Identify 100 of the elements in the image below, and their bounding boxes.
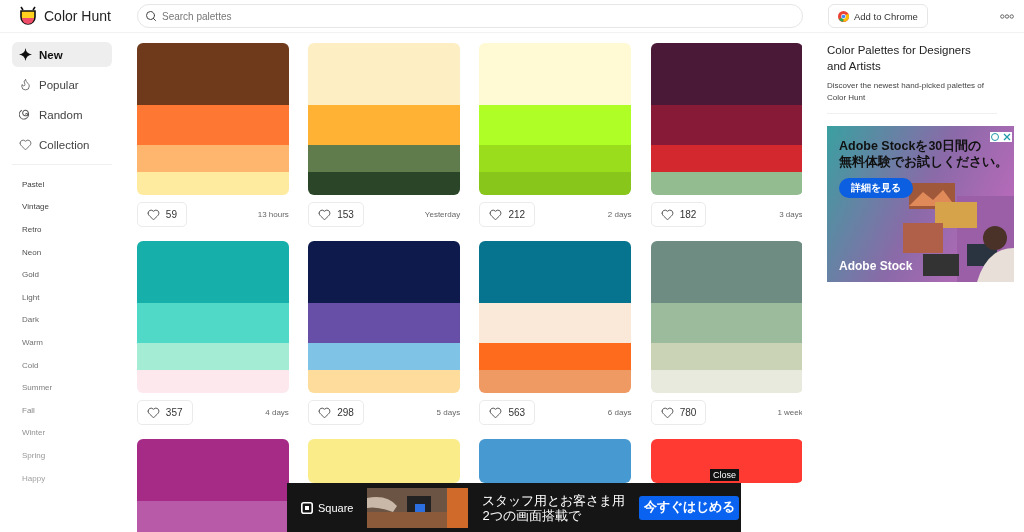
color-swatch[interactable]	[308, 303, 461, 343]
color-swatch[interactable]	[136, 439, 289, 501]
nav-item[interactable]: Random	[12, 102, 112, 127]
color-swatch[interactable]	[136, 303, 289, 343]
color-swatch[interactable]	[650, 43, 802, 105]
color-swatch[interactable]	[308, 439, 461, 483]
heart-icon	[489, 208, 503, 221]
color-swatch[interactable]	[479, 145, 632, 172]
search-icon	[145, 10, 157, 22]
ad-button[interactable]: 今すぐはじめる	[639, 495, 740, 520]
color-swatch[interactable]	[136, 241, 289, 303]
nav-item[interactable]: Collection	[12, 132, 112, 157]
flame-icon	[19, 78, 32, 91]
aside-title: Color Palettes for Designers and Artists	[827, 43, 972, 74]
color-swatch[interactable]	[650, 439, 802, 483]
color-swatch[interactable]	[136, 145, 289, 172]
color-swatch[interactable]	[308, 105, 461, 145]
ad-headline: 2つの画面搭載で	[482, 507, 581, 523]
heart-icon	[660, 208, 674, 221]
palette-age: 3 days	[779, 210, 802, 219]
palette-age: Yesterday	[424, 210, 461, 219]
like-button[interactable]: 298	[308, 400, 364, 425]
ad-button[interactable]: 詳細を見る	[839, 178, 913, 198]
color-swatch[interactable]	[479, 370, 632, 393]
sparkle-icon	[19, 48, 32, 61]
color-swatch[interactable]	[136, 343, 289, 370]
heart-icon	[318, 406, 332, 419]
heart-icon	[146, 406, 160, 419]
like-button[interactable]: 212	[479, 202, 536, 227]
chrome-icon	[838, 10, 849, 22]
color-swatch[interactable]	[308, 172, 461, 195]
more-icon[interactable]	[1000, 13, 1014, 19]
color-swatch[interactable]	[136, 370, 289, 393]
color-swatch[interactable]	[136, 105, 289, 145]
color-swatch[interactable]	[650, 241, 802, 303]
like-button[interactable]: 357	[136, 400, 193, 425]
color-swatch[interactable]	[308, 370, 461, 393]
tag-link[interactable]: Gold	[12, 263, 39, 286]
heart-icon	[318, 208, 332, 221]
palette-age: 2 days	[607, 210, 632, 219]
like-button[interactable]: 153	[308, 202, 364, 227]
color-swatch[interactable]	[650, 303, 802, 343]
color-swatch[interactable]	[479, 241, 632, 303]
like-button[interactable]: 182	[650, 202, 707, 227]
aside-description: Discover the newest hand-picked palettes of Color Hunt	[827, 80, 985, 104]
tag-link[interactable]: Warm	[12, 331, 44, 354]
spiral-icon	[19, 108, 32, 121]
color-swatch[interactable]	[479, 105, 632, 145]
nav-item[interactable]: New	[12, 42, 112, 67]
palette-card[interactable]	[136, 43, 289, 195]
color-swatch[interactable]	[479, 439, 632, 483]
logo-icon	[18, 6, 38, 26]
nav-item[interactable]: Popular	[12, 72, 112, 97]
like-button[interactable]: 563	[479, 400, 536, 425]
palette-age: 13 hours	[257, 210, 289, 219]
tag-link[interactable]: Cold	[12, 353, 39, 377]
tag-link[interactable]: Neon	[12, 240, 42, 264]
color-swatch[interactable]	[136, 172, 289, 195]
logo-text[interactable]: Color Hunt	[44, 8, 111, 24]
like-button[interactable]: 780	[650, 400, 707, 425]
ad-headline: 無料体験でお試しください。	[839, 154, 1008, 170]
palette-age: 6 days	[607, 408, 632, 417]
color-swatch[interactable]	[308, 145, 461, 172]
palette-card[interactable]	[308, 43, 461, 195]
square-icon	[301, 501, 313, 514]
heart-icon	[660, 406, 674, 419]
color-swatch[interactable]	[650, 105, 802, 145]
color-swatch[interactable]	[650, 370, 802, 393]
palette-age: 5 days	[436, 408, 461, 417]
tag-link[interactable]: Retro	[12, 218, 42, 241]
color-swatch[interactable]	[136, 43, 289, 105]
tag-link[interactable]: Vintage	[12, 195, 49, 219]
color-swatch[interactable]	[479, 43, 632, 105]
color-swatch[interactable]	[479, 343, 632, 370]
color-swatch[interactable]	[650, 172, 802, 195]
color-swatch[interactable]	[650, 145, 802, 172]
heart-icon	[19, 138, 32, 151]
palette-card[interactable]	[650, 43, 802, 195]
color-swatch[interactable]	[308, 241, 461, 303]
heart-icon	[489, 406, 503, 419]
palette-age: 1 week	[777, 408, 802, 417]
tag-link[interactable]: Fall	[12, 398, 35, 422]
palette-card[interactable]	[308, 241, 461, 393]
tag-link[interactable]: Summer	[12, 376, 53, 399]
color-swatch[interactable]	[136, 501, 289, 532]
color-swatch[interactable]	[308, 343, 461, 370]
search-field[interactable]: Search palettes	[137, 4, 803, 28]
add-to-chrome-button[interactable]: Add to Chrome	[828, 4, 928, 28]
close-tooltip[interactable]: Close	[710, 469, 739, 481]
tag-link[interactable]: Dark	[12, 308, 39, 332]
color-swatch[interactable]	[479, 303, 632, 343]
bottom-ad-banner[interactable]: Square スタッフ用とお客さま用 2つの画面搭載で 今すぐはじめる	[287, 483, 741, 532]
heart-icon	[146, 208, 160, 221]
color-swatch[interactable]	[308, 43, 461, 105]
color-swatch[interactable]	[479, 172, 632, 195]
color-swatch[interactable]	[650, 343, 802, 370]
tag-link[interactable]: Pastel	[12, 173, 45, 196]
tag-link[interactable]: Light	[12, 285, 40, 309]
ad-brand: Adobe Stock	[839, 259, 913, 273]
like-button[interactable]: 59	[136, 202, 187, 227]
